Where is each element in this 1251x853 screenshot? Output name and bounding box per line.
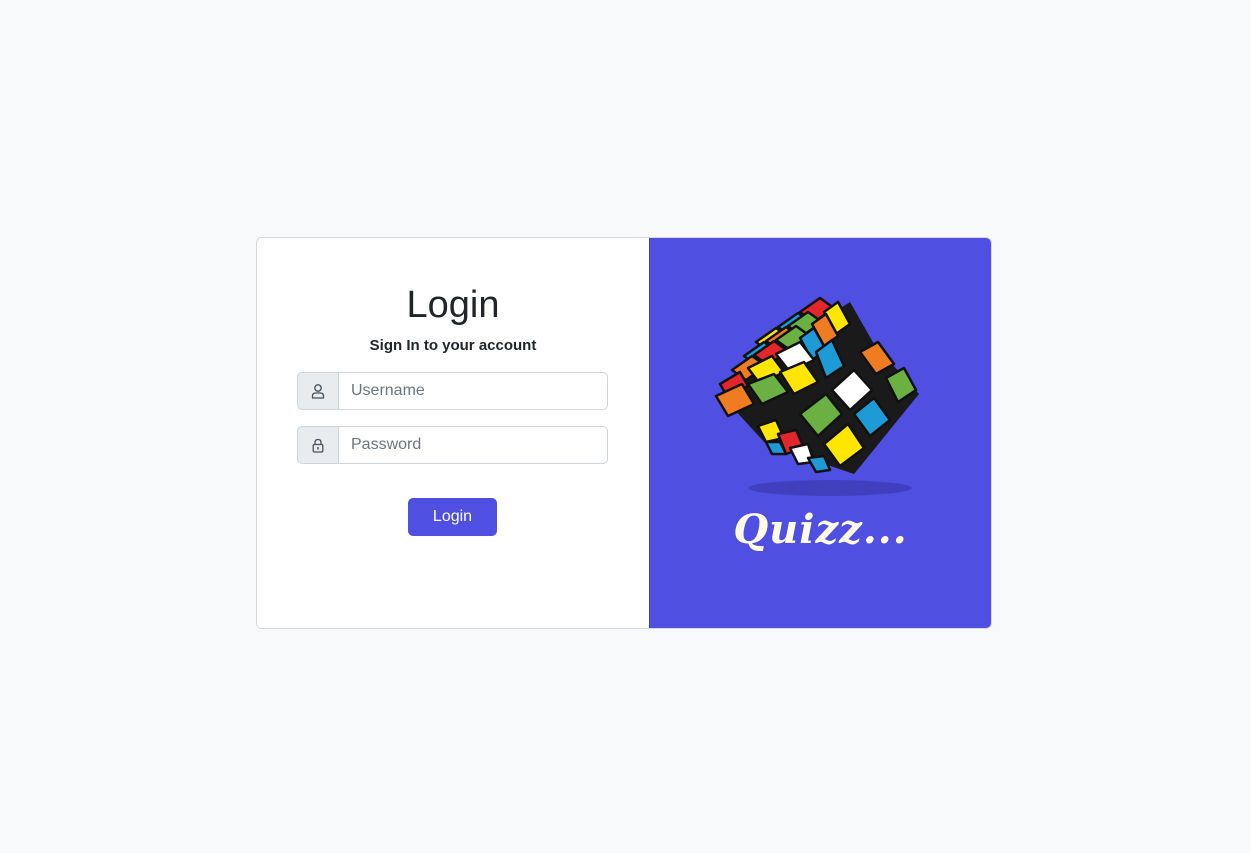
password-input[interactable]	[338, 426, 608, 464]
lock-icon	[297, 426, 338, 464]
password-input-group	[297, 426, 608, 464]
login-page: Login Sign In to your account Username L…	[0, 0, 1251, 853]
page-title: Login	[406, 284, 500, 326]
username-input[interactable]	[338, 372, 608, 410]
page-subtitle: Sign In to your account	[369, 337, 537, 354]
username-input-group	[297, 372, 608, 410]
brand-title: Quizz...	[733, 506, 908, 553]
brand-panel: Quizz...	[649, 238, 991, 628]
login-card: Login Sign In to your account Username L…	[256, 237, 992, 629]
login-button[interactable]: Login	[408, 498, 497, 536]
user-icon	[297, 372, 338, 410]
rubiks-cube-icon	[714, 294, 934, 504]
login-panel: Login Sign In to your account Username L…	[257, 238, 649, 628]
